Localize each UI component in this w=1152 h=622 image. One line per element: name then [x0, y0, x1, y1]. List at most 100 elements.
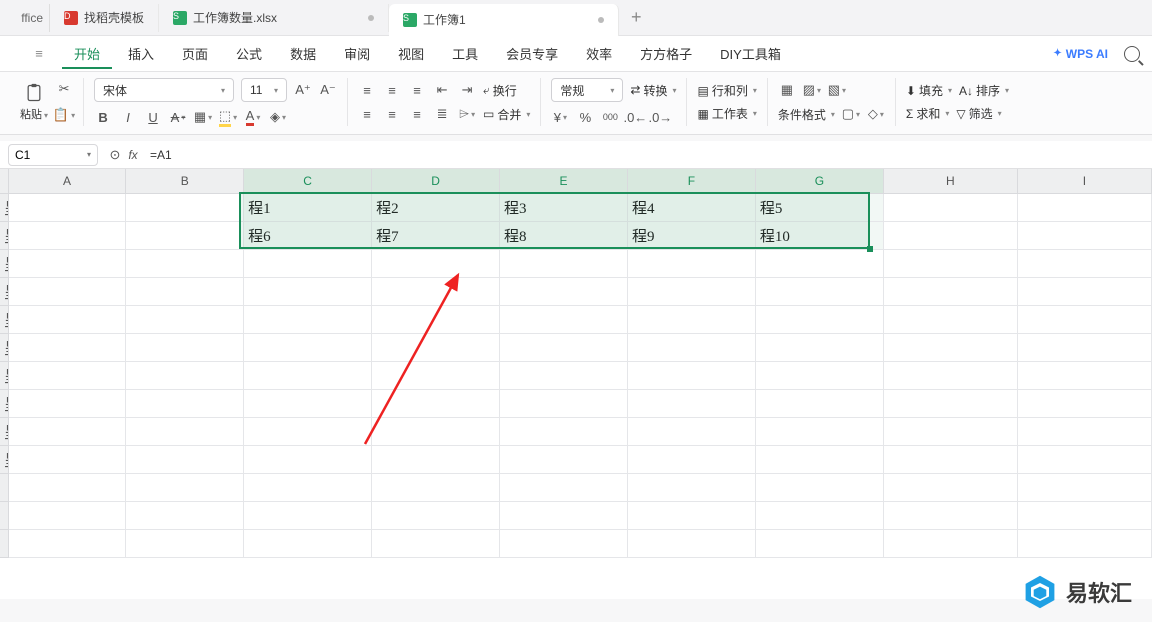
cell[interactable]: [126, 361, 244, 389]
cell[interactable]: [500, 249, 628, 277]
number-format-combo[interactable]: 常规▾: [551, 78, 623, 102]
cell[interactable]: [372, 277, 500, 305]
row-header[interactable]: 呈3: [0, 249, 8, 277]
rowcol-button[interactable]: ▤行和列: [697, 82, 756, 99]
menu-formula[interactable]: 公式: [224, 38, 274, 69]
cell[interactable]: [244, 277, 372, 305]
cell[interactable]: 程4: [627, 193, 755, 221]
row-header[interactable]: 呈8: [0, 389, 8, 417]
cell[interactable]: [126, 193, 244, 221]
cell[interactable]: [755, 249, 883, 277]
cell[interactable]: [883, 529, 1017, 557]
cell[interactable]: [755, 305, 883, 333]
cell[interactable]: [627, 305, 755, 333]
align-bot-icon[interactable]: ≡: [408, 81, 426, 99]
align-top-icon[interactable]: ≡: [358, 81, 376, 99]
cell[interactable]: [126, 529, 244, 557]
cell[interactable]: [627, 473, 755, 501]
cell[interactable]: [1017, 193, 1151, 221]
cell[interactable]: [1017, 445, 1151, 473]
sum-button[interactable]: Σ求和: [906, 105, 949, 122]
cell[interactable]: 程5: [755, 193, 883, 221]
cell[interactable]: [627, 529, 755, 557]
cell[interactable]: [1017, 473, 1151, 501]
col-header-A[interactable]: A: [8, 169, 126, 193]
cell[interactable]: [755, 473, 883, 501]
cell[interactable]: [1017, 501, 1151, 529]
row-header[interactable]: [0, 473, 8, 501]
font-size-combo[interactable]: 11▾: [241, 78, 287, 102]
menu-ffgz[interactable]: 方方格子: [628, 38, 704, 69]
menu-data[interactable]: 数据: [278, 38, 328, 69]
cell[interactable]: [1017, 305, 1151, 333]
cell[interactable]: [372, 389, 500, 417]
cell[interactable]: [244, 389, 372, 417]
cell[interactable]: [8, 221, 126, 249]
tab-template[interactable]: D 找稻壳模板: [50, 4, 159, 32]
wps-ai-button[interactable]: WPS AI: [1053, 47, 1108, 61]
cell[interactable]: [883, 361, 1017, 389]
cell[interactable]: [883, 333, 1017, 361]
cell[interactable]: [1017, 389, 1151, 417]
cell[interactable]: [1017, 417, 1151, 445]
row-header[interactable]: 呈6: [0, 333, 8, 361]
align-just-icon[interactable]: ≣: [433, 105, 451, 123]
cell[interactable]: [500, 305, 628, 333]
menu-review[interactable]: 审阅: [332, 38, 382, 69]
insert-shape-icon[interactable]: ▢: [842, 105, 860, 123]
cell[interactable]: [627, 277, 755, 305]
cell[interactable]: [8, 529, 126, 557]
cell[interactable]: [755, 277, 883, 305]
cell[interactable]: [372, 445, 500, 473]
cell[interactable]: [755, 333, 883, 361]
cell[interactable]: 程3: [500, 193, 628, 221]
cell[interactable]: [126, 221, 244, 249]
indent-inc-icon[interactable]: ⇥: [458, 81, 476, 99]
cell[interactable]: [244, 417, 372, 445]
merge-button[interactable]: ▭合并: [483, 106, 530, 123]
copy-icon[interactable]: 📋: [55, 106, 73, 124]
cell[interactable]: [244, 305, 372, 333]
fill-button[interactable]: ⬇填充: [906, 82, 952, 99]
cell[interactable]: [883, 389, 1017, 417]
cell[interactable]: [244, 501, 372, 529]
tab-workbook-xlsx[interactable]: S 工作簿数量.xlsx: [159, 4, 389, 32]
cell[interactable]: [627, 249, 755, 277]
cell[interactable]: [126, 417, 244, 445]
clear-format-icon[interactable]: ◈: [269, 108, 287, 126]
cell[interactable]: [1017, 529, 1151, 557]
font-shrink-icon[interactable]: A⁻: [319, 81, 337, 99]
cell[interactable]: [126, 333, 244, 361]
cell[interactable]: [883, 473, 1017, 501]
cell[interactable]: [8, 277, 126, 305]
cell[interactable]: [627, 333, 755, 361]
cell-style-icon[interactable]: ▨: [803, 81, 821, 99]
cell[interactable]: [883, 417, 1017, 445]
col-header-F[interactable]: F: [627, 169, 755, 193]
cell[interactable]: [372, 361, 500, 389]
select-all-corner[interactable]: [0, 169, 8, 193]
menu-member[interactable]: 会员专享: [494, 38, 570, 69]
cell[interactable]: [372, 529, 500, 557]
font-name-combo[interactable]: 宋体▾: [94, 78, 234, 102]
add-tab-button[interactable]: +: [619, 7, 654, 28]
row-header[interactable]: 呈7: [0, 361, 8, 389]
font-color-icon[interactable]: A: [244, 108, 262, 126]
cell[interactable]: [883, 277, 1017, 305]
cell[interactable]: [500, 445, 628, 473]
name-box[interactable]: C1▾: [8, 144, 98, 166]
paste-button[interactable]: 粘贴: [20, 82, 48, 122]
align-left-icon[interactable]: ≡: [358, 105, 376, 123]
row-header[interactable]: 呈10: [0, 445, 8, 473]
row-header[interactable]: [0, 529, 8, 557]
cell[interactable]: [1017, 361, 1151, 389]
cell[interactable]: [8, 473, 126, 501]
cell[interactable]: [627, 445, 755, 473]
cell[interactable]: [372, 305, 500, 333]
eraser-icon[interactable]: ◇: [867, 105, 885, 123]
cell[interactable]: [883, 501, 1017, 529]
cell[interactable]: [8, 249, 126, 277]
cell[interactable]: [755, 529, 883, 557]
dec-inc-icon[interactable]: .0←: [626, 108, 644, 126]
cell[interactable]: [8, 193, 126, 221]
